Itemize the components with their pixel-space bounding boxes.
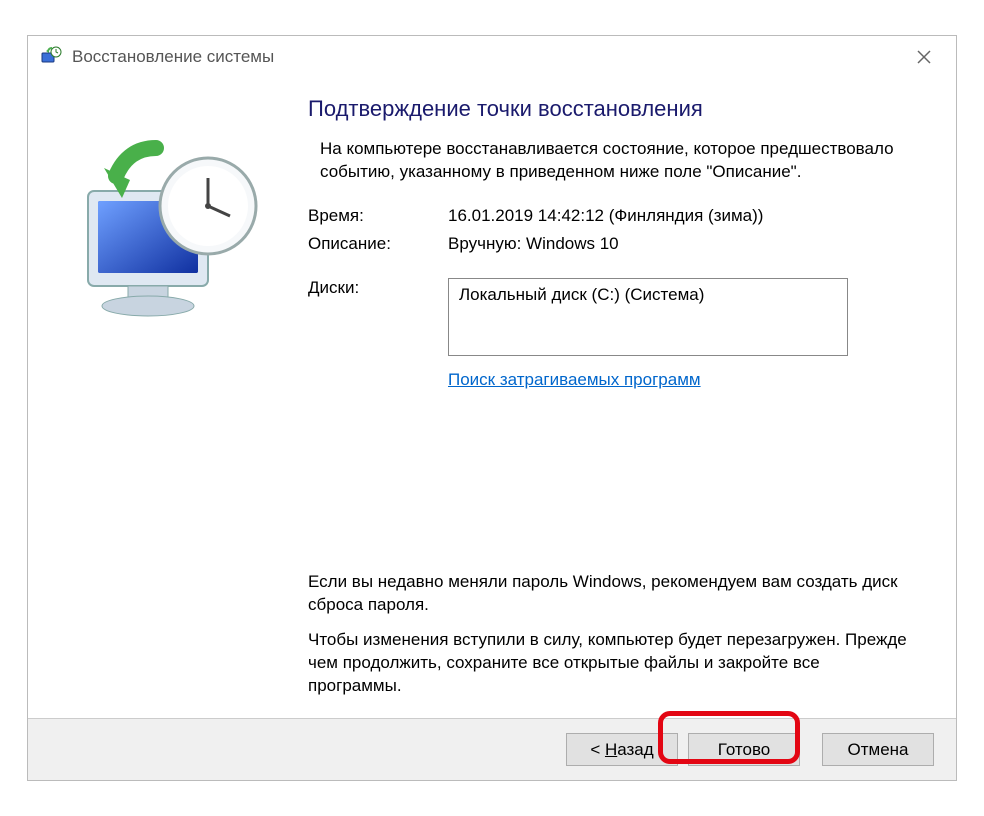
restart-warning: Чтобы изменения вступили в силу, компьют… <box>308 629 914 698</box>
wizard-button-bar: < Назад Готово Отмена <box>28 718 956 780</box>
password-reset-note: Если вы недавно меняли пароль Windows, р… <box>308 571 914 617</box>
window-title: Восстановление системы <box>72 47 902 67</box>
content-area: Подтверждение точки восстановления На ко… <box>28 78 956 718</box>
system-restore-graphic <box>68 136 278 346</box>
intro-text: На компьютере восстанавливается состояни… <box>320 138 914 184</box>
close-button[interactable] <box>902 42 946 72</box>
time-row: Время: 16.01.2019 14:42:12 (Финляндия (з… <box>308 206 914 226</box>
finish-button[interactable]: Готово <box>688 733 800 766</box>
disk-item[interactable]: Локальный диск (C:) (Система) <box>459 285 837 305</box>
scan-affected-programs-link[interactable]: Поиск затрагиваемых программ <box>448 370 701 389</box>
system-restore-dialog: Восстановление системы <box>27 35 957 781</box>
page-heading: Подтверждение точки восстановления <box>308 96 914 122</box>
time-value: 16.01.2019 14:42:12 (Финляндия (зима)) <box>448 206 914 226</box>
description-value: Вручную: Windows 10 <box>448 234 914 254</box>
wizard-sidebar <box>28 86 308 718</box>
wizard-main: Подтверждение точки восстановления На ко… <box>308 86 956 718</box>
scan-programs-link-row: Поиск затрагиваемых программ <box>448 370 914 390</box>
description-row: Описание: Вручную: Windows 10 <box>308 234 914 254</box>
disks-label: Диски: <box>308 278 448 356</box>
disks-listbox[interactable]: Локальный диск (C:) (Система) <box>448 278 848 356</box>
system-restore-icon <box>40 46 62 68</box>
titlebar: Восстановление системы <box>28 36 956 78</box>
description-label: Описание: <box>308 234 448 254</box>
close-icon <box>917 50 931 64</box>
disks-row: Диски: Локальный диск (C:) (Система) <box>308 278 914 356</box>
cancel-button[interactable]: Отмена <box>822 733 934 766</box>
back-button[interactable]: < Назад <box>566 733 678 766</box>
time-label: Время: <box>308 206 448 226</box>
